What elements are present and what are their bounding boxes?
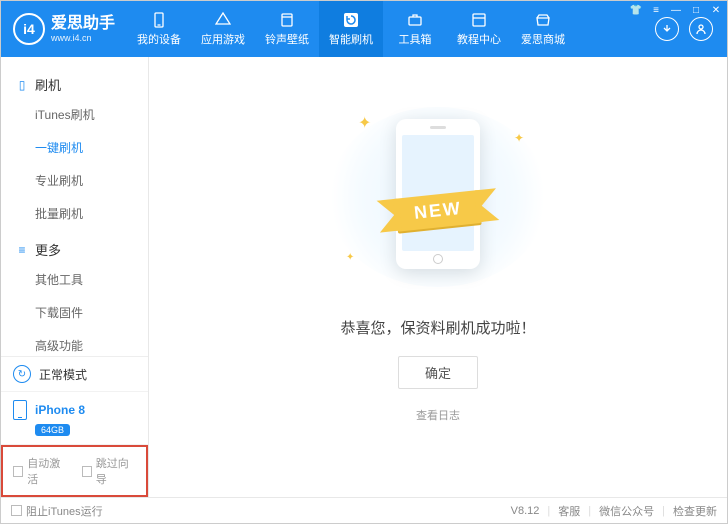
sidebar-item-download-firmware[interactable]: 下载固件 — [1, 296, 148, 329]
app-name: 爱思助手 — [51, 15, 115, 33]
ok-button[interactable]: 确定 — [398, 356, 478, 389]
checkbox-auto-activate[interactable]: 自动激活 — [13, 455, 68, 487]
menu-small-icon: ≡ — [15, 243, 29, 257]
sidebar-group-flash: ▯ 刷机 — [1, 71, 148, 98]
sidebar-item-pro-flash[interactable]: 专业刷机 — [1, 164, 148, 197]
nav-store[interactable]: 爱思商城 — [511, 1, 575, 57]
sidebar: ▯ 刷机 iTunes刷机 一键刷机 专业刷机 批量刷机 ≡ 更多 其他工具 下… — [1, 57, 149, 497]
body: ▯ 刷机 iTunes刷机 一键刷机 专业刷机 批量刷机 ≡ 更多 其他工具 下… — [1, 57, 727, 497]
refresh-icon — [342, 11, 360, 29]
mode-indicator[interactable]: ↻ 正常模式 — [1, 357, 148, 392]
main-content: ✦ ✦ ✦ NEW 恭喜您，保资料刷机成功啦！ 确定 查看日志 — [149, 57, 727, 497]
sidebar-group-more: ≡ 更多 — [1, 236, 148, 263]
tshirt-icon[interactable]: 👕 — [629, 3, 643, 17]
book-icon — [470, 11, 488, 29]
success-message: 恭喜您，保资料刷机成功啦！ — [340, 317, 535, 338]
device-indicator[interactable]: iPhone 8 64GB — [1, 392, 148, 445]
device-icon — [13, 400, 27, 420]
sidebar-item-batch-flash[interactable]: 批量刷机 — [1, 197, 148, 230]
footer-link-update[interactable]: 检查更新 — [673, 503, 717, 519]
download-button[interactable] — [655, 17, 679, 41]
music-icon — [278, 11, 296, 29]
sidebar-item-advanced[interactable]: 高级功能 — [1, 329, 148, 356]
main-nav: 我的设备 应用游戏 铃声壁纸 智能刷机 工具箱 教程中心 爱思商城 — [127, 1, 641, 57]
status-bar: 阻止iTunes运行 V8.12 | 客服 | 微信公众号 | 检查更新 — [1, 497, 727, 523]
view-log-link[interactable]: 查看日志 — [416, 407, 460, 423]
phone-icon — [150, 11, 168, 29]
toolbox-icon — [406, 11, 424, 29]
footer-link-wechat[interactable]: 微信公众号 — [599, 503, 654, 519]
store-icon — [534, 11, 552, 29]
phone-small-icon: ▯ — [15, 78, 29, 92]
sidebar-bottom: ↻ 正常模式 iPhone 8 64GB 自动激活 跳过向导 — [1, 356, 148, 497]
sidebar-item-oneclick-flash[interactable]: 一键刷机 — [1, 131, 148, 164]
title-bar: 👕 ≡ — □ ✕ i4 爱思助手 www.i4.cn 我的设备 应用游戏 铃声… — [1, 1, 727, 57]
app-url: www.i4.cn — [51, 33, 115, 43]
checkbox-icon — [82, 466, 92, 477]
options-highlighted: 自动激活 跳过向导 — [1, 445, 148, 497]
nav-tutorials[interactable]: 教程中心 — [447, 1, 511, 57]
close-button[interactable]: ✕ — [709, 3, 723, 17]
menu-icon[interactable]: ≡ — [649, 3, 663, 17]
version-label: V8.12 — [511, 505, 540, 517]
header-actions — [641, 17, 727, 41]
checkbox-skip-guide[interactable]: 跳过向导 — [82, 455, 137, 487]
maximize-button[interactable]: □ — [689, 3, 703, 17]
sidebar-item-itunes-flash[interactable]: iTunes刷机 — [1, 98, 148, 131]
refresh-small-icon: ↻ — [13, 365, 31, 383]
footer-link-support[interactable]: 客服 — [558, 503, 580, 519]
nav-apps[interactable]: 应用游戏 — [191, 1, 255, 57]
logo-icon: i4 — [13, 13, 45, 45]
app-logo: i4 爱思助手 www.i4.cn — [1, 13, 127, 45]
success-illustration: ✦ ✦ ✦ NEW — [328, 107, 548, 287]
nav-my-device[interactable]: 我的设备 — [127, 1, 191, 57]
nav-toolbox[interactable]: 工具箱 — [383, 1, 447, 57]
nav-flash[interactable]: 智能刷机 — [319, 1, 383, 57]
user-button[interactable] — [689, 17, 713, 41]
checkbox-icon — [13, 466, 23, 477]
minimize-button[interactable]: — — [669, 3, 683, 17]
storage-badge: 64GB — [35, 424, 70, 436]
checkbox-icon — [11, 505, 22, 516]
nav-ringtones[interactable]: 铃声壁纸 — [255, 1, 319, 57]
sidebar-item-other-tools[interactable]: 其他工具 — [1, 263, 148, 296]
checkbox-stop-itunes[interactable]: 阻止iTunes运行 — [11, 503, 103, 519]
app-icon — [214, 11, 232, 29]
window-controls: 👕 ≡ — □ ✕ — [629, 3, 723, 17]
